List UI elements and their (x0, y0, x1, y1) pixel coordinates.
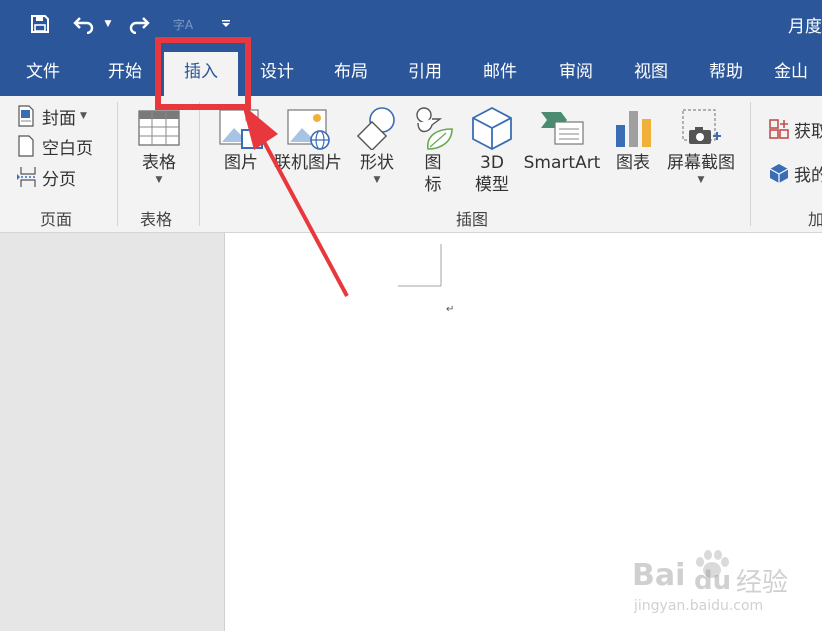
baidu-watermark: Bai du 经验 jingyan.baidu.com (632, 550, 812, 620)
watermark-brand-cn: 经验 (736, 568, 789, 598)
highlight-box (155, 37, 251, 110)
annotation-arrow-shaft (260, 137, 349, 297)
watermark-brand: Bai (632, 558, 686, 593)
watermark-url: jingyan.baidu.com (634, 598, 764, 614)
watermark-brand-2: du (694, 566, 732, 596)
annotation-arrow-head (242, 104, 278, 150)
annotation-overlay (155, 37, 349, 297)
